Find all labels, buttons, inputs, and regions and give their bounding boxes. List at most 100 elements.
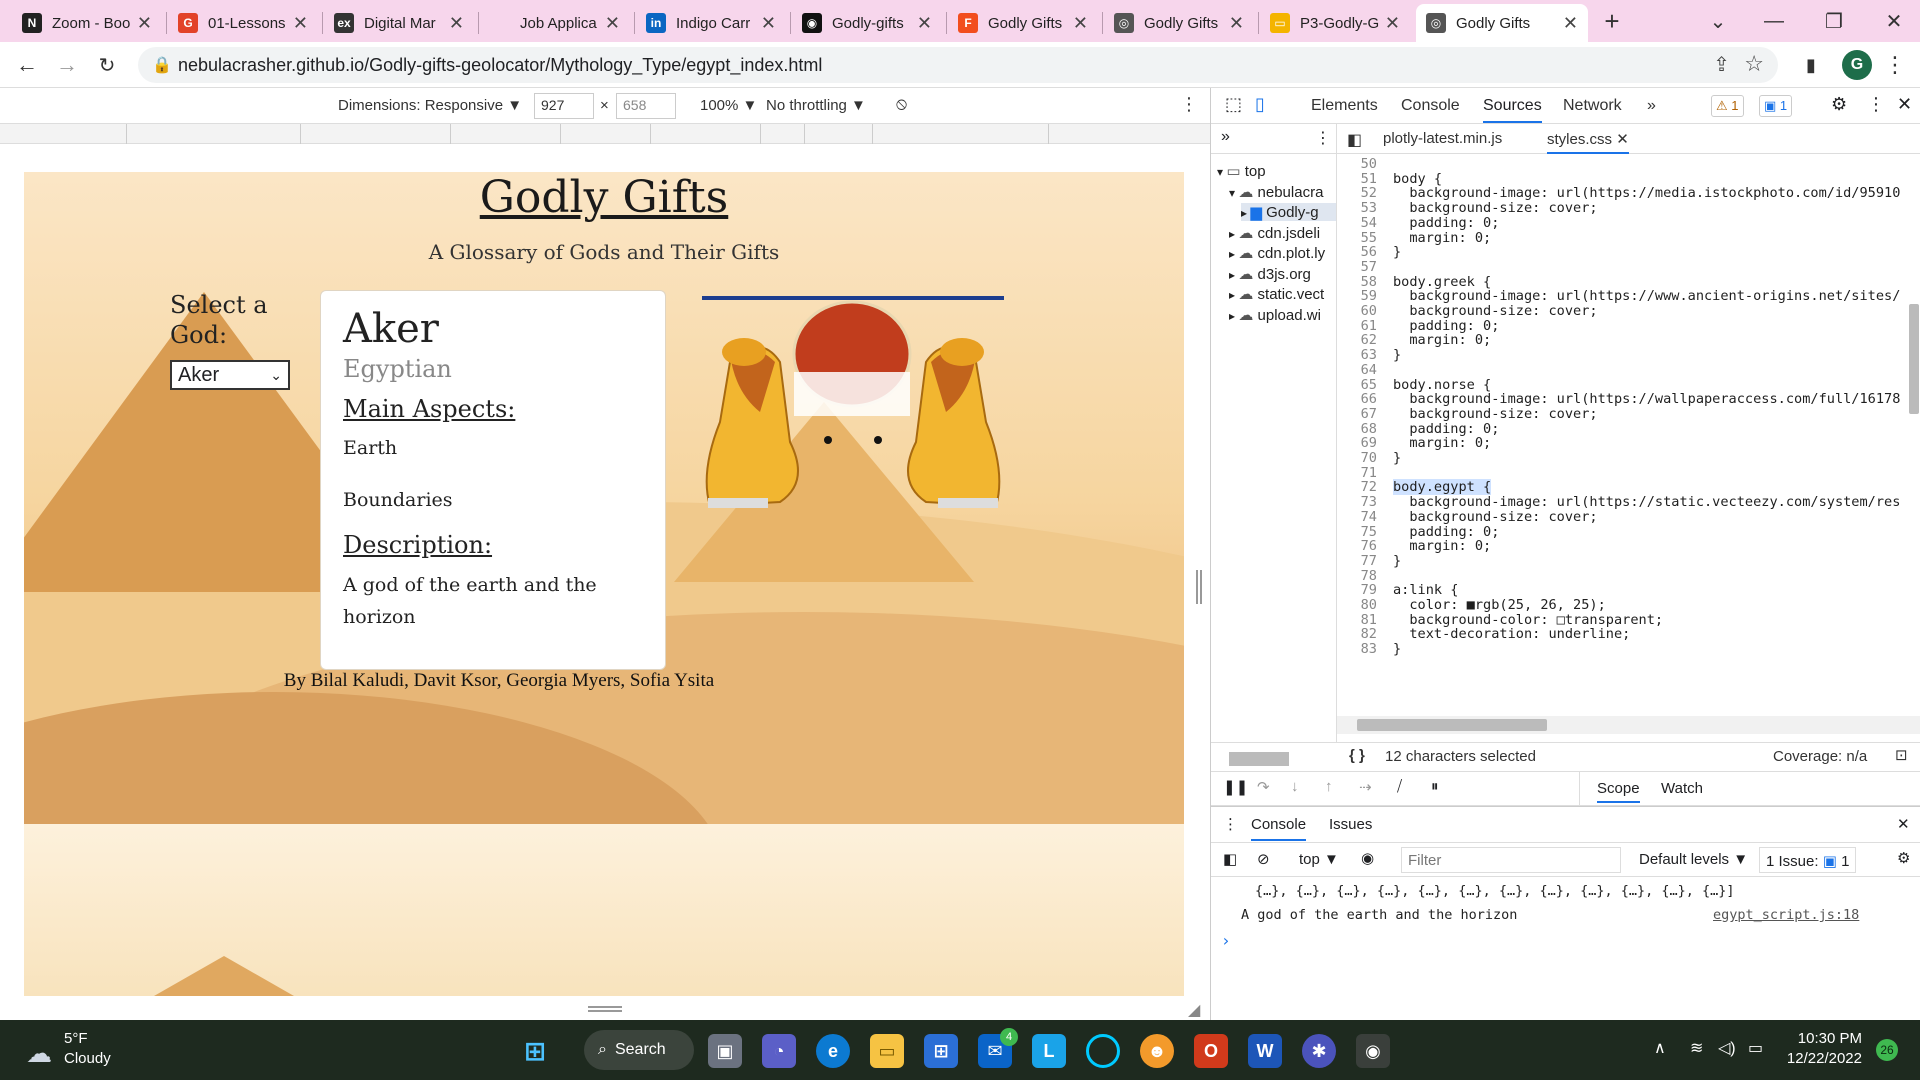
close-tab-icon[interactable]: ✕	[761, 13, 776, 34]
browser-tab[interactable]: ◎ Godly Gifts ✕	[1104, 4, 1254, 42]
viewport-side-resize-handle[interactable]	[1196, 570, 1202, 604]
line-number[interactable]: 73	[1337, 494, 1377, 510]
line-number[interactable]: 65	[1337, 377, 1377, 393]
tab-console[interactable]: Console	[1401, 97, 1460, 115]
cloudy-weather-icon[interactable]: ☁	[22, 1036, 56, 1070]
browser-tab[interactable]: ◉ Godly-gifts ✕	[792, 4, 942, 42]
line-number[interactable]: 50	[1337, 156, 1377, 172]
wifi-icon[interactable]: ≋	[1690, 1038, 1703, 1058]
browser-tab[interactable]: Job Applica ✕	[480, 4, 630, 42]
close-tab-icon[interactable]: ✕	[1385, 13, 1400, 34]
line-number[interactable]: 76	[1337, 538, 1377, 554]
weather-temperature[interactable]: 5°F	[64, 1030, 88, 1047]
office-icon[interactable]: O	[1194, 1034, 1228, 1068]
line-number[interactable]: 51	[1337, 171, 1377, 187]
browser-tab[interactable]: G 01-Lessons ✕	[168, 4, 318, 42]
expand-right-icon[interactable]: ▸	[1229, 309, 1238, 323]
viewport-width-input[interactable]: 927	[534, 93, 594, 119]
close-drawer-icon[interactable]: ✕	[1897, 815, 1910, 833]
settings-gear-icon[interactable]: ⚙	[1831, 94, 1847, 115]
l-app-icon[interactable]: L	[1032, 1034, 1066, 1068]
maximize-button[interactable]: ❐	[1806, 0, 1862, 42]
line-number[interactable]: 59	[1337, 288, 1377, 304]
close-devtools-icon[interactable]: ✕	[1897, 94, 1912, 115]
line-number[interactable]: 63	[1337, 347, 1377, 363]
vertical-scrollbar-thumb[interactable]	[1909, 304, 1919, 414]
line-number[interactable]: 52	[1337, 185, 1377, 201]
line-number[interactable]: 81	[1337, 612, 1377, 628]
pause-icon[interactable]: ❚❚	[1223, 778, 1248, 796]
browser-tab[interactable]: N Zoom - Boo ✕	[12, 4, 162, 42]
browser-tab[interactable]: ex Digital Mar ✕	[324, 4, 474, 42]
viewport-height-input[interactable]: 658	[616, 93, 676, 119]
navigator-scroll-thumb[interactable]	[1229, 752, 1289, 766]
expand-down-icon[interactable]: ▾	[1217, 165, 1226, 179]
clock-date[interactable]: 12/22/2022	[1780, 1050, 1862, 1067]
weather-description[interactable]: Cloudy	[64, 1050, 111, 1067]
horizontal-scrollbar[interactable]	[1337, 716, 1920, 734]
tab-elements[interactable]: Elements	[1311, 97, 1378, 115]
rotate-icon[interactable]: ⦸	[896, 94, 907, 114]
pretty-print-icon[interactable]: { }	[1349, 747, 1365, 764]
zoom-dropdown[interactable]: 100% ▼	[700, 97, 757, 114]
close-tab-icon[interactable]: ✕	[1073, 13, 1088, 34]
site-title[interactable]: Godly Gifts	[24, 172, 1184, 223]
close-tab-icon[interactable]: ✕	[1563, 13, 1578, 34]
console-source-link[interactable]: egypt_script.js:18	[1713, 907, 1859, 923]
volume-icon[interactable]: ◁)	[1718, 1038, 1736, 1058]
notification-count-badge[interactable]: 26	[1876, 1039, 1898, 1061]
devtools-menu-icon[interactable]: ⋮	[1867, 94, 1885, 115]
line-number[interactable]: 71	[1337, 465, 1377, 481]
close-tab-icon[interactable]: ✕	[293, 13, 308, 34]
tab-sources[interactable]: Sources	[1483, 97, 1542, 123]
alexa-icon[interactable]	[1086, 1034, 1120, 1068]
god-select-dropdown[interactable]: Aker ⌄	[170, 360, 290, 390]
line-number[interactable]: 64	[1337, 362, 1377, 378]
messages-badge[interactable]: ▣ 1	[1759, 95, 1793, 117]
media-query-ruler[interactable]	[0, 124, 1210, 144]
browser-menu-icon[interactable]: ⋮	[1880, 50, 1910, 80]
deactivate-breakpoints-icon[interactable]: ⧸	[1397, 778, 1402, 795]
lock-icon[interactable]: 🔒	[152, 55, 172, 75]
line-number[interactable]: 57	[1337, 259, 1377, 275]
line-number[interactable]: 69	[1337, 435, 1377, 451]
navigator-node[interactable]: ▸ ☁ upload.wi	[1229, 306, 1336, 324]
console-prompt[interactable]: ›	[1221, 931, 1231, 950]
task-view-icon[interactable]: ▣	[708, 1034, 742, 1068]
corner-resize-icon[interactable]: ◢	[1188, 1000, 1200, 1020]
close-tab-icon[interactable]: ✕	[917, 13, 932, 34]
browser-tab[interactable]: ▭ P3-Godly-G ✕	[1260, 4, 1410, 42]
expand-down-icon[interactable]: ▾	[1229, 186, 1238, 200]
console-sidebar-icon[interactable]: ◧	[1223, 850, 1237, 868]
line-number[interactable]: 79	[1337, 582, 1377, 598]
file-tab-plotly[interactable]: plotly-latest.min.js	[1383, 130, 1502, 147]
warnings-badge[interactable]: ⚠ 1	[1711, 95, 1744, 117]
more-tabs-button[interactable]: »	[1647, 97, 1656, 115]
step-over-icon[interactable]: ↷	[1257, 778, 1270, 796]
navigator-node[interactable]: ▸ ☁ cdn.jsdeli	[1229, 224, 1336, 242]
dimensions-dropdown[interactable]: Dimensions: Responsive ▼	[338, 97, 522, 114]
step-into-icon[interactable]: ↓	[1291, 778, 1299, 795]
line-number[interactable]: 67	[1337, 406, 1377, 422]
line-number[interactable]: 80	[1337, 597, 1377, 613]
chrome-icon[interactable]: ◉	[1356, 1034, 1390, 1068]
device-toolbar-menu-icon[interactable]: ⋮	[1180, 94, 1198, 115]
reload-button[interactable]: ↻	[92, 50, 122, 80]
close-tab-icon[interactable]: ✕	[449, 13, 464, 34]
navigator-node[interactable]: ▸ ☁ d3js.org	[1229, 265, 1336, 283]
tab-search-chevron-icon[interactable]: ⌄	[1690, 0, 1746, 42]
forward-button[interactable]: →	[52, 50, 82, 80]
live-expression-eye-icon[interactable]: ◉	[1361, 849, 1374, 867]
navigator-node[interactable]: ▾ ☁ nebulacra	[1229, 183, 1336, 201]
expand-right-icon[interactable]: ▸	[1241, 206, 1250, 220]
inspect-element-icon[interactable]: ⬚	[1225, 94, 1242, 115]
line-number[interactable]: 55	[1337, 230, 1377, 246]
line-number[interactable]: 56	[1337, 244, 1377, 260]
slack-icon[interactable]: ✱	[1302, 1034, 1336, 1068]
line-number[interactable]: 83	[1337, 641, 1377, 657]
throttling-dropdown[interactable]: No throttling ▼	[766, 97, 866, 114]
tab-watch[interactable]: Watch	[1661, 780, 1703, 797]
new-tab-button[interactable]: +	[1584, 0, 1640, 42]
step-out-icon[interactable]: ↑	[1325, 778, 1333, 795]
line-number[interactable]: 58	[1337, 274, 1377, 290]
